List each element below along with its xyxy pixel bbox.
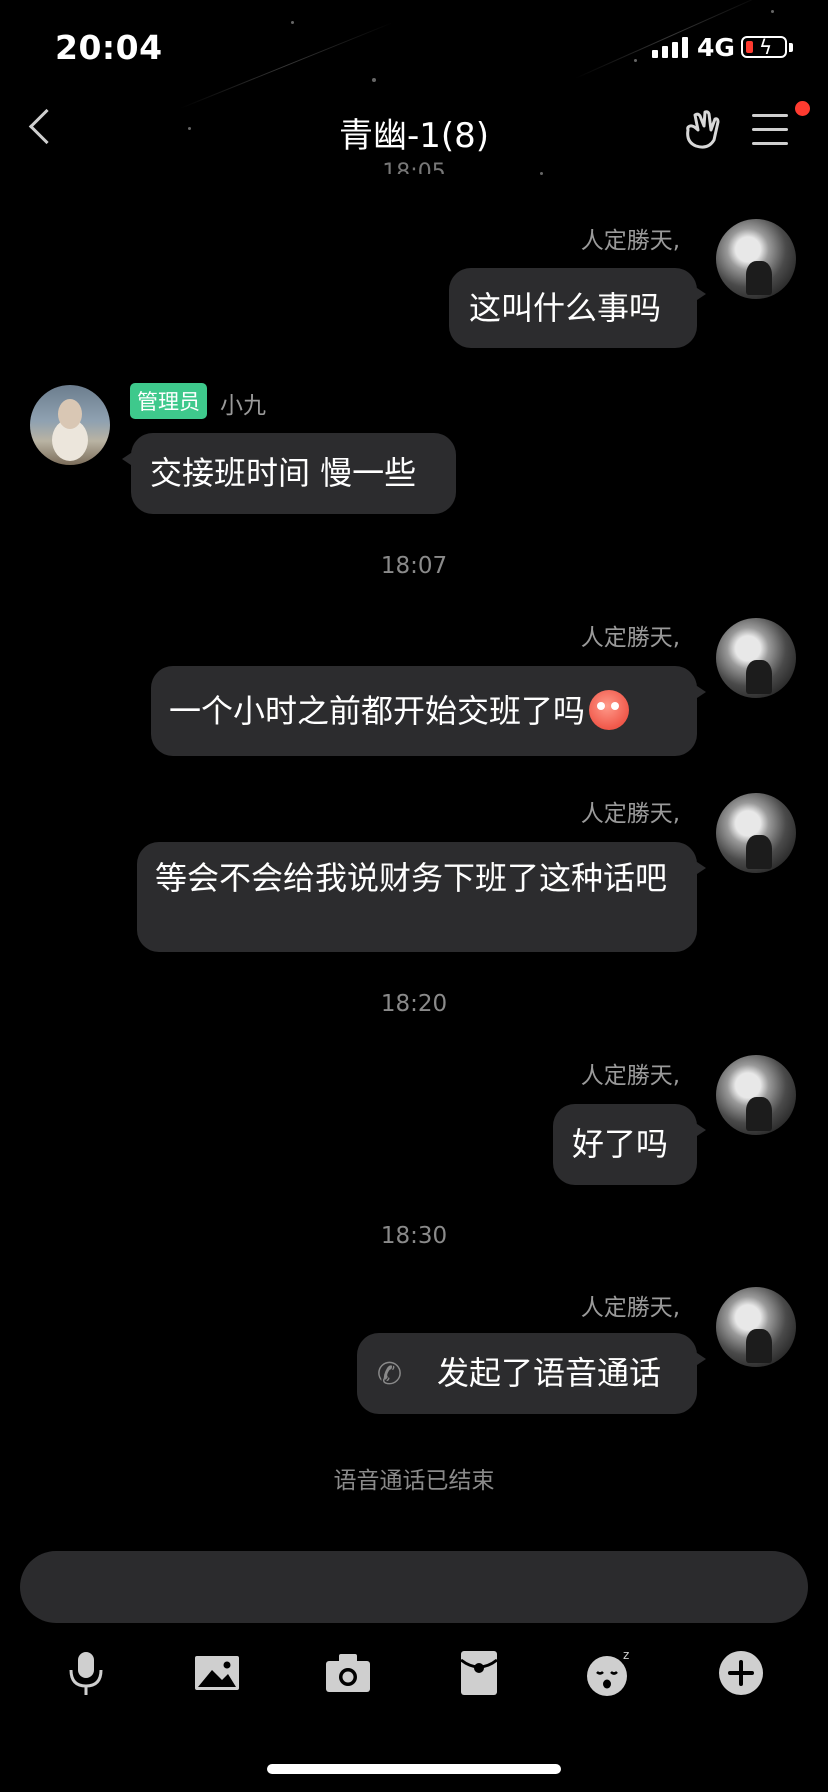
avatar[interactable]: [716, 793, 796, 873]
hand-gesture-icon[interactable]: [680, 108, 724, 152]
voice-call-text: 发起了语音通话: [437, 1354, 662, 1392]
sender-name: 人定勝天,: [580, 228, 680, 254]
admin-badge: 管理员: [130, 383, 207, 419]
star-decoration: [291, 21, 294, 24]
sticker-icon[interactable]: z: [585, 1648, 635, 1698]
shooting-star: [179, 21, 394, 109]
message-bubble[interactable]: 这叫什么事吗: [449, 268, 706, 348]
avatar[interactable]: [716, 1055, 796, 1135]
embarrassed-emoji-icon: [589, 690, 630, 730]
avatar[interactable]: [30, 385, 110, 465]
network-type: 4G: [697, 33, 735, 62]
sender-name: 人定勝天,: [580, 625, 680, 651]
notification-dot: [795, 101, 810, 116]
sender-name: 人定勝天,: [580, 801, 680, 827]
avatar[interactable]: [716, 618, 796, 698]
sender-name: 人定勝天,: [580, 1063, 680, 1089]
avatar[interactable]: [716, 1287, 796, 1367]
camera-icon[interactable]: [323, 1648, 373, 1698]
message-bubble[interactable]: 好了吗: [553, 1104, 706, 1185]
star-decoration: [634, 59, 637, 62]
status-time: 20:04: [55, 28, 163, 67]
message-bubble[interactable]: 等会不会给我说财务下班了这种话吧: [137, 842, 706, 952]
image-icon[interactable]: [192, 1648, 242, 1698]
star-decoration: [771, 10, 774, 13]
microphone-icon[interactable]: [61, 1648, 111, 1698]
battery-cap: [789, 43, 793, 52]
svg-text:z: z: [623, 1648, 629, 1662]
message-bubble[interactable]: 一个小时之前都开始交班了吗: [151, 666, 706, 756]
phone-icon: ✆: [377, 1357, 403, 1392]
voice-call-bubble[interactable]: ✆ 发起了语音通话: [357, 1333, 706, 1414]
time-separator: 18:05: [382, 160, 446, 174]
home-indicator: [267, 1764, 561, 1774]
menu-icon[interactable]: [752, 114, 788, 148]
star-decoration: [372, 78, 376, 82]
system-note: 语音通话已结束: [333, 1468, 495, 1494]
time-separator: 18:30: [380, 1223, 448, 1249]
message-text: 一个小时之前都开始交班了吗: [169, 692, 586, 730]
sender-name: 人定勝天,: [580, 1295, 680, 1321]
red-packet-icon[interactable]: [454, 1648, 504, 1698]
message-bubble[interactable]: 交接班时间 慢一些: [122, 433, 456, 514]
signal-icon: [652, 36, 688, 58]
plus-icon[interactable]: [716, 1648, 766, 1698]
message-input[interactable]: [20, 1551, 808, 1623]
avatar[interactable]: [716, 219, 796, 299]
time-separator: 18:07: [380, 553, 448, 579]
battery-icon: ϟ: [741, 35, 787, 59]
time-separator: 18:20: [380, 991, 448, 1017]
sender-name: 小九: [220, 393, 266, 419]
